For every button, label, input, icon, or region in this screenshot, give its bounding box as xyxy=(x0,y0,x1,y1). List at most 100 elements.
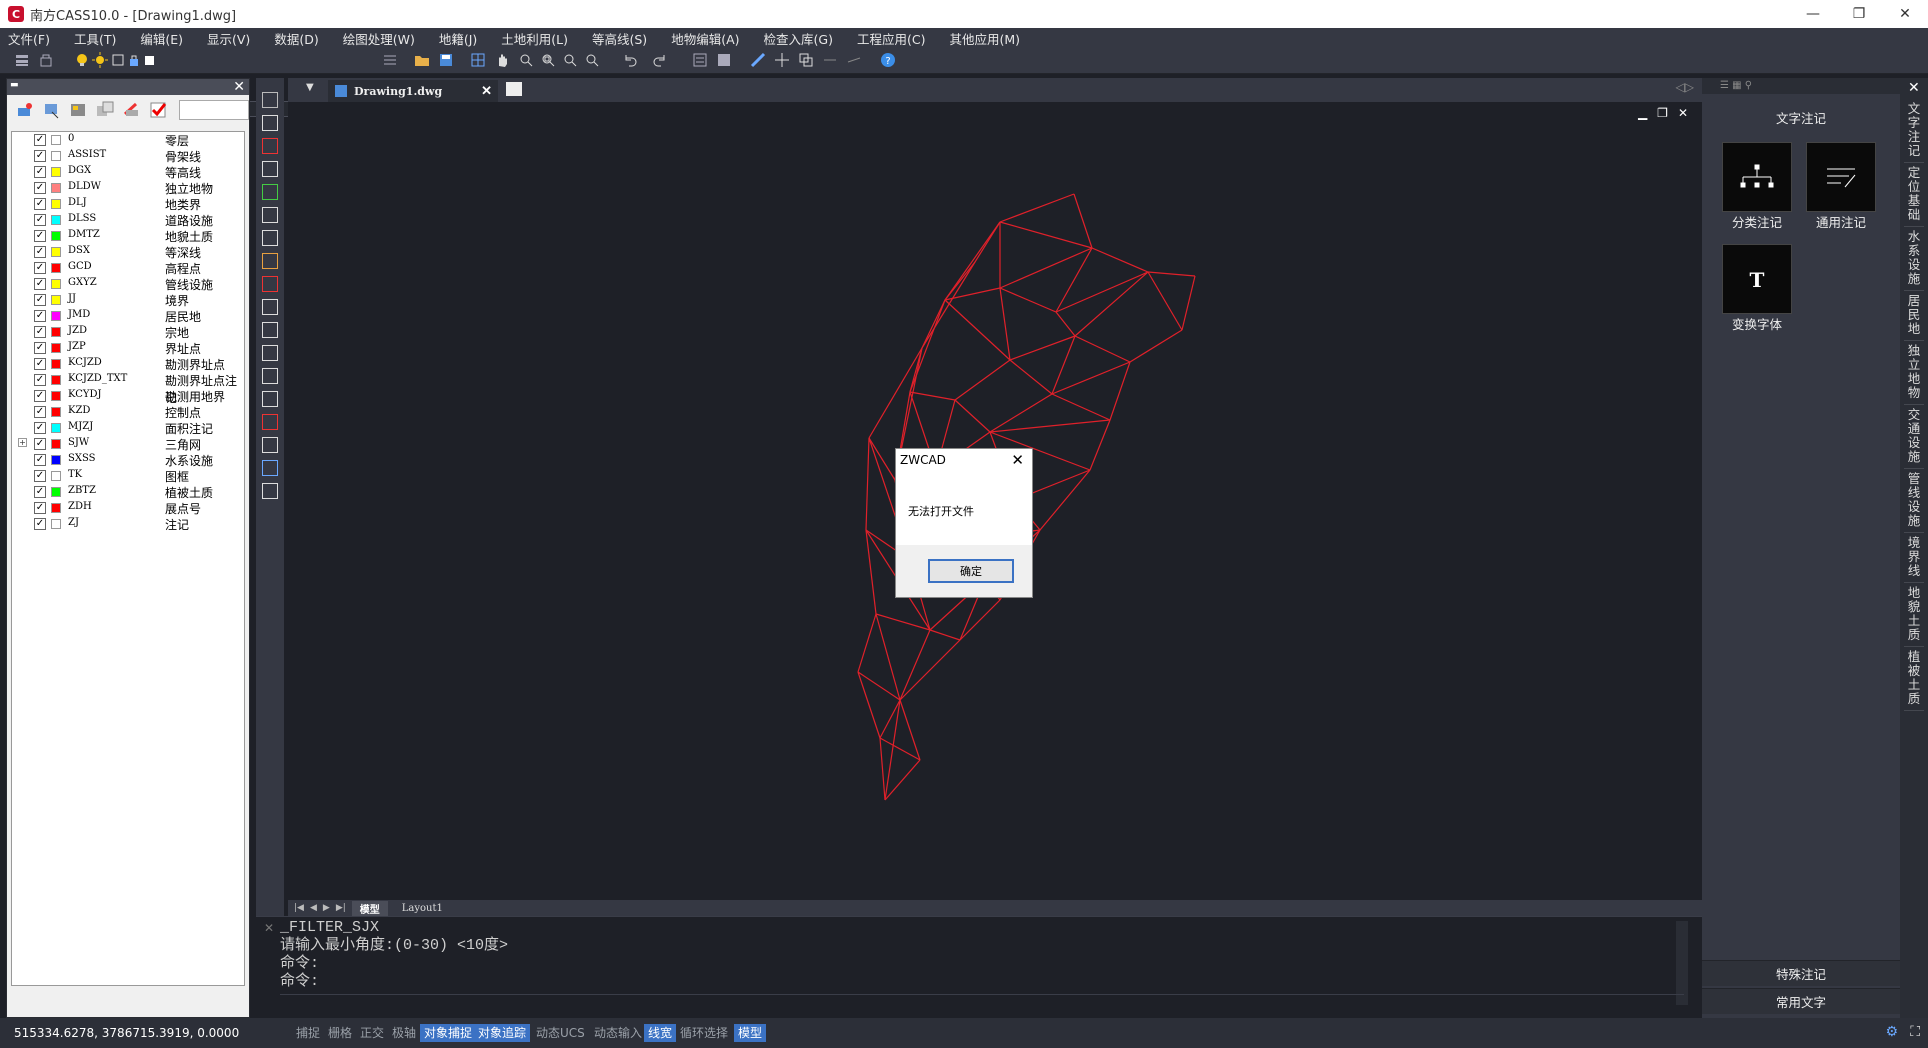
menu-item[interactable]: 地籍(J) xyxy=(439,29,477,48)
zoom-window-icon[interactable] xyxy=(540,52,556,68)
ok-button[interactable]: 确定 xyxy=(928,559,1014,583)
lock-icon[interactable] xyxy=(126,52,142,68)
redo-icon[interactable] xyxy=(652,52,668,68)
resize-icon[interactable] xyxy=(262,299,278,315)
pan-hand-icon[interactable] xyxy=(494,52,510,68)
measure-icon[interactable] xyxy=(750,52,766,68)
layer-color-swatch[interactable] xyxy=(51,439,61,449)
move-icon[interactable] xyxy=(774,52,790,68)
layer-row[interactable]: ✓ GXYZ 管线设施 xyxy=(12,276,244,292)
layer-row[interactable]: ✓ DLJ 地类界 xyxy=(12,196,244,212)
copy-icon[interactable] xyxy=(798,52,814,68)
table-icon[interactable] xyxy=(262,207,278,223)
layer-visible-checkbox[interactable]: ✓ xyxy=(34,278,46,290)
layer-color-swatch[interactable] xyxy=(51,327,61,337)
extend-icon[interactable] xyxy=(846,52,862,68)
menu-item[interactable]: 工具(T) xyxy=(74,29,116,48)
layer-color-swatch[interactable] xyxy=(51,375,61,385)
zoom-realtime-icon[interactable] xyxy=(518,52,534,68)
status-toggle[interactable]: 极轴 xyxy=(388,1024,420,1042)
right-panel-close-icon[interactable]: ✕ xyxy=(1908,80,1920,96)
menu-item[interactable]: 其他应用(M) xyxy=(949,29,1020,48)
layer-visible-checkbox[interactable]: ✓ xyxy=(34,166,46,178)
layer-color-swatch[interactable] xyxy=(51,503,61,513)
layer-row[interactable]: + ✓ SJW 三角网 xyxy=(12,436,244,452)
menu-item[interactable]: 检查入库(G) xyxy=(764,29,833,48)
tab-menu-icon[interactable]: ▼ xyxy=(306,82,314,93)
layer-row[interactable]: ✓ GCD 高程点 xyxy=(12,260,244,276)
layer-color-swatch[interactable] xyxy=(51,519,61,529)
line-icon[interactable] xyxy=(262,460,278,476)
layer-row[interactable]: ✓ ZDH 展点号 xyxy=(12,500,244,516)
layer-row[interactable]: ✓ KCJZD_TXT 勘测界址点注记 xyxy=(12,372,244,405)
layer-visible-checkbox[interactable]: ✓ xyxy=(34,310,46,322)
category-tab[interactable]: 居民地 xyxy=(1904,294,1924,341)
status-toggle[interactable]: 动态UCS xyxy=(532,1024,589,1042)
layer-color-swatch[interactable] xyxy=(51,295,61,305)
close-button[interactable]: ✕ xyxy=(1882,0,1928,28)
layer-visible-checkbox[interactable]: ✓ xyxy=(34,198,46,210)
match-properties-icon[interactable] xyxy=(382,52,398,68)
layer-state-icon[interactable] xyxy=(38,52,54,68)
status-toggle[interactable]: 动态输入 xyxy=(590,1024,646,1042)
layer-color-swatch[interactable] xyxy=(51,215,61,225)
layer-visible-checkbox[interactable]: ✓ xyxy=(34,358,46,370)
layer-color-swatch[interactable] xyxy=(51,471,61,481)
layer-row[interactable]: ✓ JMD 居民地 xyxy=(12,308,244,324)
category-tab[interactable]: 定位基础 xyxy=(1904,166,1924,227)
layer-visible-checkbox[interactable]: ✓ xyxy=(34,246,46,258)
layer-row[interactable]: ✓ JZP 界址点 xyxy=(12,340,244,356)
layer-visible-checkbox[interactable]: ✓ xyxy=(34,134,46,146)
fullscreen-icon[interactable]: ⛶ xyxy=(1910,1024,1920,1040)
category-tab[interactable]: 地貌土质 xyxy=(1904,586,1924,647)
command-close-icon[interactable]: ✕ xyxy=(264,921,274,935)
open-folder-icon[interactable] xyxy=(414,52,430,68)
layer-row[interactable]: ✓ MJZJ 面积注记 xyxy=(12,420,244,436)
status-toggle[interactable]: 正交 xyxy=(356,1024,388,1042)
set-current-icon[interactable] xyxy=(148,99,169,121)
menu-item[interactable]: 绘图处理(W) xyxy=(343,29,415,48)
undo-icon[interactable] xyxy=(622,52,638,68)
save-icon[interactable] xyxy=(438,52,454,68)
layer-visible-checkbox[interactable]: ✓ xyxy=(34,326,46,338)
expand-icon[interactable]: + xyxy=(18,438,27,447)
help-circle-icon[interactable] xyxy=(262,115,278,131)
layer-row[interactable]: ✓ ZJ 注记 xyxy=(12,516,244,532)
tab-layout1[interactable]: Layout1 xyxy=(394,903,451,914)
layer-visible-checkbox[interactable]: ✓ xyxy=(34,470,46,482)
layer-search-input[interactable] xyxy=(179,100,250,120)
layer-visible-checkbox[interactable]: ✓ xyxy=(34,438,46,450)
help-icon[interactable] xyxy=(262,161,278,177)
layer-visible-checkbox[interactable]: ✓ xyxy=(34,422,46,434)
layer-states-icon[interactable] xyxy=(68,99,89,121)
first-layout-icon[interactable]: |◀ xyxy=(294,903,304,913)
layer-color-swatch[interactable] xyxy=(51,391,61,401)
viewport-icon[interactable] xyxy=(110,52,126,68)
menu-item[interactable]: 文件(F) xyxy=(8,29,50,48)
status-toggle[interactable]: 栅格 xyxy=(324,1024,356,1042)
menu-item[interactable]: 土地利用(L) xyxy=(501,29,568,48)
settings-gear-icon[interactable]: ⚙ xyxy=(1885,1024,1898,1040)
layer-visible-checkbox[interactable]: ✓ xyxy=(34,390,46,402)
category-tab[interactable]: 境界线 xyxy=(1904,536,1924,583)
category-tab[interactable]: 交通设施 xyxy=(1904,408,1924,469)
layer-row[interactable]: ✓ DGX 等高线 xyxy=(12,164,244,180)
layer-color-swatch[interactable] xyxy=(51,279,61,289)
layer-color-swatch[interactable] xyxy=(51,199,61,209)
layer-delete-icon[interactable] xyxy=(122,99,143,121)
dialog-close-icon[interactable]: ✕ xyxy=(1011,451,1024,469)
bulb-icon[interactable] xyxy=(74,52,90,68)
tab-scroll-icon[interactable]: ◁▷ xyxy=(1676,80,1694,94)
help-icon[interactable]: ? xyxy=(880,52,896,68)
layer-row[interactable]: ✓ ZBTZ 植被土质 xyxy=(12,484,244,500)
layer-row[interactable]: ✓ KCYDJ 勘测用地界 xyxy=(12,388,244,404)
layer-row[interactable]: ✓ ASSIST 骨架线 xyxy=(12,148,244,164)
menu-item[interactable]: 编辑(E) xyxy=(140,29,183,48)
general-annotation-tile[interactable] xyxy=(1806,142,1876,212)
change-font-tile[interactable]: T xyxy=(1722,244,1792,314)
dashes-icon[interactable] xyxy=(262,368,278,384)
command-input[interactable] xyxy=(280,994,1684,1012)
last-layout-icon[interactable]: ▶| xyxy=(336,903,346,913)
ruler-icon[interactable] xyxy=(262,253,278,269)
sun-icon[interactable] xyxy=(92,52,108,68)
